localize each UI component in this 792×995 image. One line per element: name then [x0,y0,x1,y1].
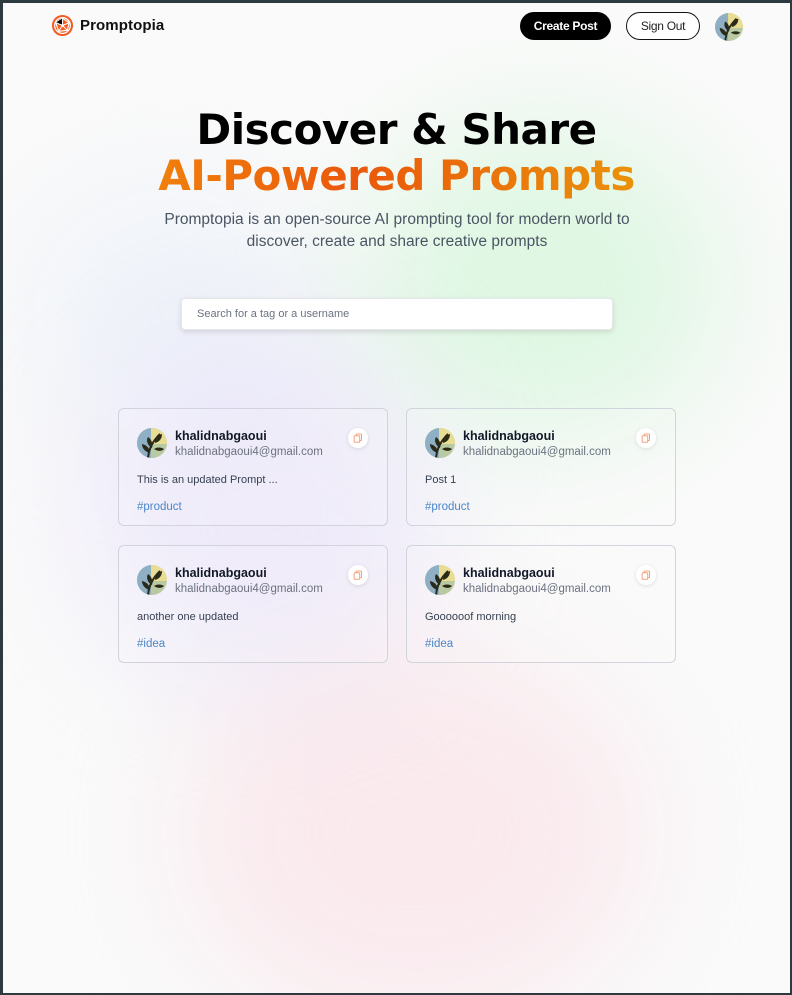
user-avatar-icon[interactable] [137,428,167,458]
copy-icon [353,433,362,443]
card-prompt-text: Goooooof morning [425,611,517,623]
copy-button[interactable] [348,565,368,585]
copy-button[interactable] [636,565,656,585]
card-username[interactable]: khalidnabgaoui [175,566,267,580]
copy-icon [353,570,362,580]
top-nav: Promptopia Create Post Sign Out [3,3,790,53]
copy-button[interactable] [348,428,368,448]
prompt-card[interactable]: khalidnabgaoui khalidnabgaoui4@gmail.com T… [118,408,388,526]
background-glow [183,643,643,993]
card-email: khalidnabgaoui4@gmail.com [463,446,611,458]
globe-network-logo-icon [51,14,74,37]
card-email: khalidnabgaoui4@gmail.com [175,583,323,595]
card-username[interactable]: khalidnabgaoui [175,429,267,443]
card-prompt-text: This is an updated Prompt ... [137,474,278,486]
home-link[interactable]: Promptopia [51,14,164,37]
copy-icon [641,433,650,443]
card-username[interactable]: khalidnabgaoui [463,429,555,443]
prompt-card[interactable]: khalidnabgaoui khalidnabgaoui4@gmail.com G… [406,545,676,663]
window-edge [0,0,3,995]
prompt-card[interactable]: khalidnabgaoui khalidnabgaoui4@gmail.com P… [406,408,676,526]
prompt-card[interactable]: khalidnabgaoui khalidnabgaoui4@gmail.com a… [118,545,388,663]
card-tag[interactable]: #idea [425,638,453,650]
create-post-button[interactable]: Create Post [520,12,611,40]
card-prompt-text: Post 1 [425,474,457,486]
hero-description: Promptopia is an open-source AI promptin… [164,211,630,250]
page: Promptopia Create Post Sign Out Discover… [3,3,790,993]
card-username[interactable]: khalidnabgaoui [463,566,555,580]
card-tag[interactable]: #product [137,501,182,513]
sign-out-button[interactable]: Sign Out [626,12,700,40]
card-email: khalidnabgaoui4@gmail.com [463,583,611,595]
user-avatar-icon[interactable] [425,565,455,595]
copy-icon [641,570,650,580]
hero: Discover & Share AI-Powered Prompts [3,107,790,199]
profile-avatar-icon[interactable] [715,13,743,41]
card-tag[interactable]: #idea [137,638,165,650]
user-avatar-icon[interactable] [425,428,455,458]
card-tag[interactable]: #product [425,501,470,513]
card-prompt-text: another one updated [137,611,239,623]
copy-button[interactable] [636,428,656,448]
search-input[interactable] [181,298,613,330]
app-name: Promptopia [80,17,165,34]
hero-title-gradient: AI-Powered Prompts [3,153,790,199]
hero-title: Discover & Share [196,105,597,154]
user-avatar-icon[interactable] [137,565,167,595]
card-email: khalidnabgaoui4@gmail.com [175,446,323,458]
